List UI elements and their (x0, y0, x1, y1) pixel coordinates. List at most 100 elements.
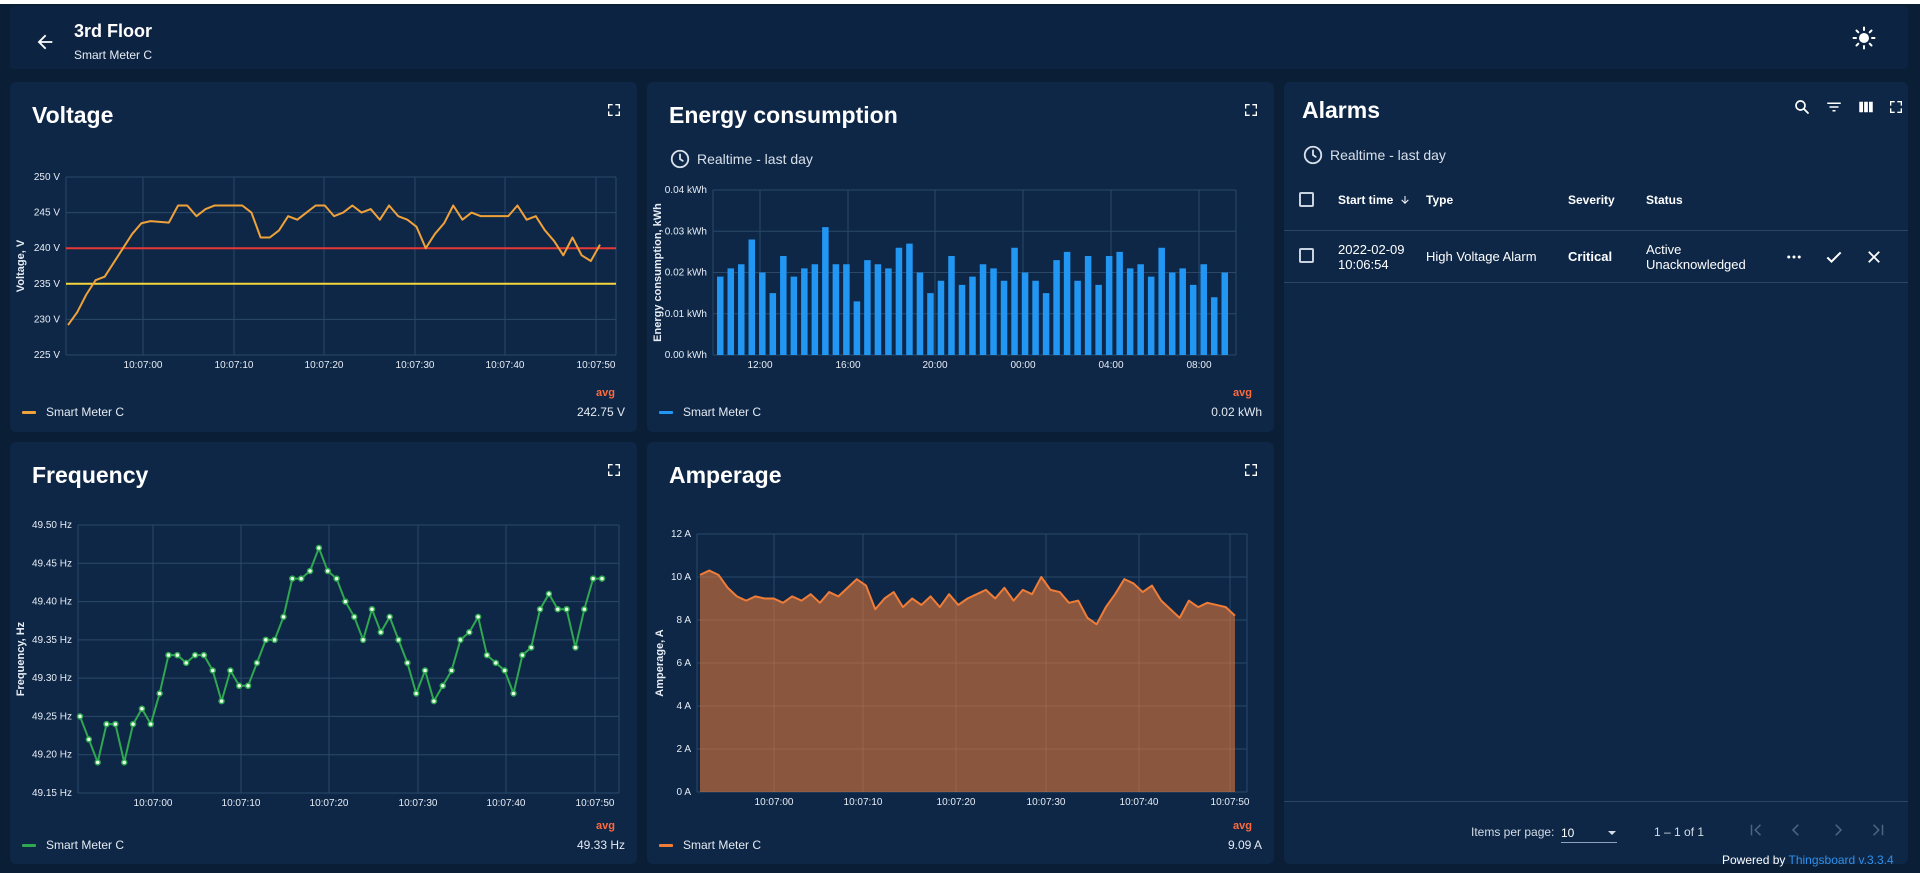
data-point (103, 720, 110, 728)
data-point (182, 659, 190, 667)
voltage-chart: 225 V 230 V 235 V 240 V 245 V 250 V Voltage, V… (15, 172, 617, 371)
data-point (138, 705, 146, 713)
data-point (457, 636, 464, 644)
data-point (165, 651, 172, 659)
data-point (227, 667, 234, 674)
column-label: Start time (1338, 193, 1394, 207)
x-tick-label: 00:00 (1010, 360, 1035, 371)
amperage-title: Amperage (669, 462, 782, 488)
energy-avg-value: 0.02 kWh (1211, 405, 1262, 419)
more-horiz-icon[interactable] (1782, 245, 1806, 269)
bar (990, 268, 997, 355)
data-point (218, 697, 225, 705)
y-tick-label: 49.50 Hz (32, 520, 72, 531)
first-page-icon[interactable] (1744, 818, 1768, 842)
row-type: High Voltage Alarm (1426, 249, 1537, 264)
search-icon[interactable] (1790, 95, 1814, 119)
data-point (120, 759, 128, 766)
column-start-time[interactable]: Start time (1338, 193, 1411, 207)
data-point (156, 690, 163, 697)
bar (1011, 247, 1018, 355)
alarms-card: Alarms Realtime - last day Start time Ty… (1284, 82, 1908, 864)
fullscreen-icon[interactable] (1243, 462, 1265, 484)
data-point (439, 682, 446, 690)
bar (748, 239, 756, 355)
area-fill (700, 570, 1235, 792)
theme-sun-icon[interactable] (1848, 22, 1880, 54)
data-point (271, 636, 278, 644)
sort-arrow-down-icon (1401, 196, 1410, 204)
next-page-icon[interactable] (1826, 818, 1850, 842)
back-arrow-icon[interactable] (25, 22, 65, 62)
filter-icon[interactable] (1822, 95, 1846, 119)
items-per-page-select[interactable]: 10 (1561, 823, 1617, 843)
y-tick-label: 4 A (677, 701, 692, 712)
y-tick-label: 235 V (34, 279, 60, 290)
voltage-avg-value: 242.75 V (576, 405, 625, 419)
legend-swatch (659, 410, 673, 414)
amperage-legend[interactable]: Smart Meter C (659, 838, 761, 852)
bar (1210, 297, 1218, 355)
alarms-timewindow[interactable]: Realtime - last day (1302, 144, 1446, 166)
series-line (67, 204, 601, 326)
y-tick-label: 49.25 Hz (32, 711, 72, 722)
frequency-card: Frequency 49.15 Hz 49.20 Hz 49.25 Hz 49.30 … (10, 442, 637, 864)
data-point (412, 690, 420, 697)
last-page-icon[interactable] (1866, 818, 1890, 842)
table-row[interactable]: 2022-02-09 10:06:54 High Voltage Alarm C… (1284, 232, 1908, 282)
y-tick-label: 0.00 kWh (665, 350, 707, 361)
voltage-legend[interactable]: Smart Meter C (22, 405, 124, 419)
acknowledge-check-icon[interactable] (1822, 245, 1846, 269)
energy-title: Energy consumption (669, 102, 898, 128)
data-point (430, 697, 438, 705)
data-point (112, 720, 119, 728)
column-type[interactable]: Type (1426, 193, 1453, 207)
legend-swatch (22, 410, 36, 414)
fullscreen-icon[interactable] (606, 102, 628, 124)
row-checkbox[interactable] (1299, 248, 1314, 263)
data-point (253, 659, 261, 667)
data-point (421, 667, 429, 674)
energy-legend[interactable]: Smart Meter C (659, 405, 761, 419)
x-tick-label: 10:07:00 (134, 798, 173, 809)
x-tick-label: 10:07:40 (486, 360, 525, 371)
bar (811, 264, 819, 355)
bar (759, 272, 766, 355)
bar (958, 284, 966, 355)
previous-page-icon[interactable] (1784, 818, 1808, 842)
energy-chart: 0.00 kWh 0.01 kWh 0.02 kWh 0.03 kWh 0.04 kWh… (652, 185, 1237, 371)
bar (969, 276, 976, 355)
data-point (554, 605, 562, 613)
select-all-checkbox[interactable] (1299, 192, 1314, 207)
thingsboard-link[interactable]: Thingsboard v.3.3.4 (1789, 853, 1894, 867)
x-tick-label: 10:07:10 (215, 360, 254, 371)
fullscreen-icon[interactable] (1884, 95, 1908, 119)
column-status[interactable]: Status (1646, 193, 1683, 207)
y-tick-label: 49.35 Hz (32, 635, 72, 646)
x-tick-label: 10:07:20 (305, 360, 344, 371)
bar (916, 272, 924, 355)
y-axis-label: Energy consumption, kWh (652, 203, 664, 342)
y-tick-label: 10 A (671, 572, 691, 583)
bar (738, 264, 745, 355)
bar (717, 276, 724, 355)
clear-close-icon[interactable] (1862, 245, 1886, 269)
bar (1000, 280, 1008, 355)
data-point (297, 575, 305, 582)
bar (727, 268, 735, 355)
fullscreen-icon[interactable] (606, 462, 628, 484)
bar (885, 268, 892, 355)
bar (1189, 284, 1197, 355)
columns-icon[interactable] (1854, 95, 1878, 119)
energy-timewindow[interactable]: Realtime - last day (669, 148, 813, 170)
legend-series-name: Smart Meter C (683, 405, 762, 419)
bar (822, 227, 829, 355)
bar (1116, 251, 1123, 355)
column-severity[interactable]: Severity (1568, 193, 1615, 207)
frequency-legend[interactable]: Smart Meter C (22, 838, 124, 852)
fullscreen-icon[interactable] (1243, 102, 1265, 124)
dropdown-arrow-icon (1608, 830, 1616, 835)
items-per-page-label: Items per page: (1471, 825, 1555, 839)
data-point (262, 636, 270, 644)
frequency-avg-value: 49.33 Hz (576, 838, 625, 852)
